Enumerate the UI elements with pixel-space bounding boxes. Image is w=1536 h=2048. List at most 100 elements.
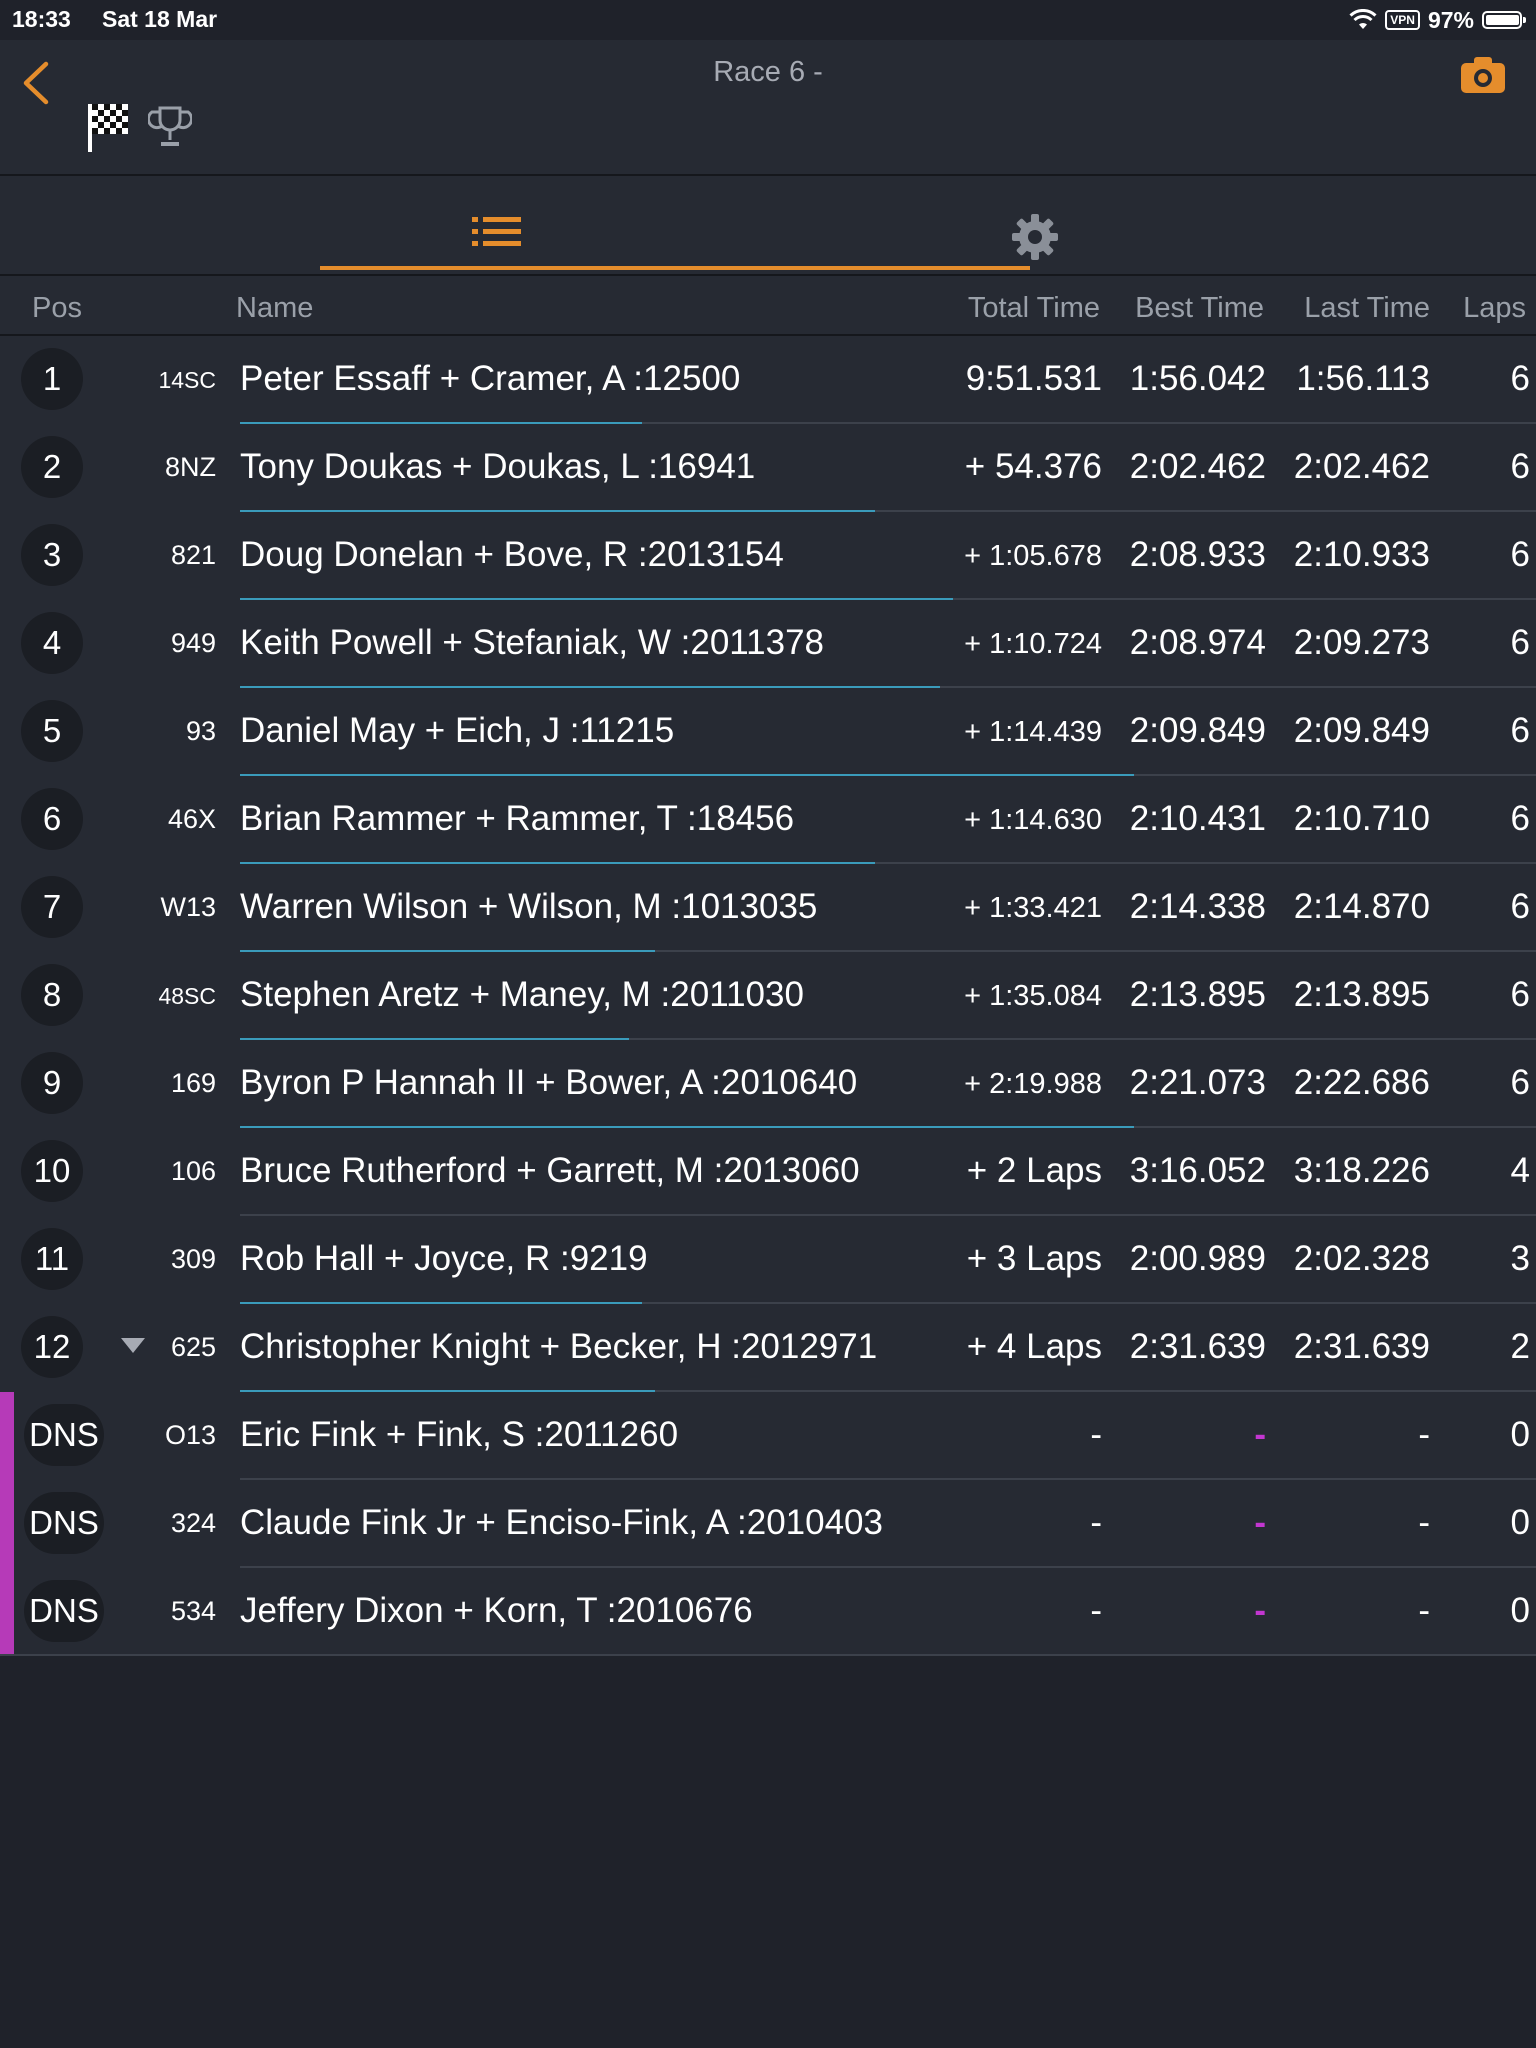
last-time: 2:31.639: [1293, 1327, 1430, 1366]
car-number: 169: [170, 1068, 216, 1098]
laps-count: 0: [1510, 1503, 1530, 1542]
best-time: -: [1254, 1591, 1266, 1630]
result-row[interactable]: 8 48SC Stephen Aretz + Maney, M :2011030 + …: [0, 952, 1536, 1040]
laps-count: 6: [1510, 711, 1530, 750]
column-pos: Pos: [32, 292, 82, 324]
laps-count: 6: [1510, 359, 1530, 398]
car-number: O13: [164, 1420, 216, 1450]
last-time: -: [1418, 1503, 1430, 1542]
last-time: 2:14.870: [1293, 887, 1430, 926]
last-time: 1:56.113: [1296, 359, 1430, 398]
result-row[interactable]: 4 949 Keith Powell + Stefaniak, W :2011378…: [0, 600, 1536, 688]
position-badge: 5: [21, 700, 83, 762]
last-time: 3:18.226: [1293, 1151, 1430, 1190]
car-number: 309: [170, 1244, 216, 1274]
result-row[interactable]: DNS 534 Jeffery Dixon + Korn, T :2010676 - -…: [0, 1568, 1536, 1656]
last-time: -: [1418, 1415, 1430, 1454]
driver-name: Bruce Rutherford + Garrett, M :2013060: [240, 1151, 860, 1190]
car-number: 46X: [167, 804, 216, 834]
column-name: Name: [236, 292, 314, 324]
position-badge: 7: [21, 876, 83, 938]
last-time: 2:02.462: [1293, 447, 1430, 486]
best-time: -: [1254, 1503, 1266, 1542]
result-row[interactable]: 11 309 Rob Hall + Joyce, R :9219 + 3 Laps 2:…: [0, 1216, 1536, 1304]
laps-count: 6: [1510, 1063, 1530, 1102]
laps-count: 6: [1510, 799, 1530, 838]
best-time: 2:09.849: [1129, 711, 1266, 750]
driver-name: Stephen Aretz + Maney, M :2011030: [240, 975, 804, 1014]
driver-name: Christopher Knight + Becker, H :2012971: [240, 1327, 878, 1366]
total-time: + 1:05.678: [964, 540, 1102, 572]
last-time: 2:22.686: [1293, 1063, 1430, 1102]
laps-count: 0: [1510, 1591, 1530, 1630]
tab-results-list[interactable]: [320, 176, 1030, 272]
result-row[interactable]: 1 14SC Peter Essaff + Cramer, A :12500 9:51…: [0, 336, 1536, 424]
position-badge: 6: [21, 788, 83, 850]
result-row[interactable]: 10 106 Bruce Rutherford + Garrett, M :2013…: [0, 1128, 1536, 1216]
car-number: 821: [170, 540, 216, 570]
position-badge: 4: [21, 612, 83, 674]
driver-name: Doug Donelan + Bove, R :2013154: [240, 535, 784, 574]
page-title: Race 6 -: [713, 56, 823, 88]
total-time: + 1:35.084: [964, 980, 1102, 1012]
battery-percent: 97%: [1427, 6, 1474, 33]
position-badge: 2: [21, 436, 83, 498]
result-row[interactable]: 9 169 Byron P Hannah II + Bower, A :201064…: [0, 1040, 1536, 1128]
trophy-icon[interactable]: [148, 104, 192, 150]
battery-icon: [1482, 11, 1526, 29]
dns-marker: [0, 1392, 14, 1480]
race-header: Race 6 -: [0, 40, 1536, 176]
position-badge: 8: [21, 964, 83, 1026]
best-time: 2:00.989: [1129, 1239, 1266, 1278]
list-icon: [472, 217, 521, 246]
row-divider: [0, 1654, 1536, 1656]
total-time: + 2:19.988: [964, 1068, 1102, 1100]
best-time: 2:08.974: [1129, 623, 1266, 662]
result-row[interactable]: 5 93 Daniel May + Eich, J :11215 + 1:14.439…: [0, 688, 1536, 776]
gear-icon[interactable]: [1010, 212, 1060, 262]
best-time: -: [1254, 1415, 1266, 1454]
best-time: 2:10.431: [1129, 799, 1266, 838]
result-row[interactable]: 12 625 Christopher Knight + Becker, H :201…: [0, 1304, 1536, 1392]
vpn-badge: VPN: [1385, 10, 1420, 30]
total-time: -: [1090, 1415, 1102, 1454]
total-time: + 1:14.630: [964, 804, 1102, 836]
dns-marker: [0, 1480, 14, 1568]
best-time: 2:02.462: [1129, 447, 1266, 486]
position-badge: 1: [21, 348, 83, 410]
last-time: 2:13.895: [1293, 975, 1430, 1014]
best-time: 1:56.042: [1129, 359, 1266, 398]
total-time: + 2 Laps: [966, 1151, 1102, 1190]
column-total-time: Total Time: [967, 292, 1100, 324]
result-row[interactable]: 2 8NZ Tony Doukas + Doukas, L :16941 + 54.3…: [0, 424, 1536, 512]
result-row[interactable]: 6 46X Brian Rammer + Rammer, T :18456 + 1:1…: [0, 776, 1536, 864]
checkered-flag-icon[interactable]: [86, 100, 132, 154]
camera-icon[interactable]: [1460, 56, 1506, 94]
laps-count: 6: [1510, 447, 1530, 486]
result-row[interactable]: 7 W13 Warren Wilson + Wilson, M :1013035 + …: [0, 864, 1536, 952]
total-time: + 1:33.421: [964, 892, 1102, 924]
driver-name: Keith Powell + Stefaniak, W :2011378: [240, 623, 825, 662]
laps-count: 6: [1510, 975, 1530, 1014]
car-number: 8NZ: [164, 452, 216, 482]
total-time: + 4 Laps: [966, 1327, 1102, 1366]
result-row[interactable]: 3 821 Doug Donelan + Bove, R :2013154 + 1:0…: [0, 512, 1536, 600]
position-badge: 12: [21, 1316, 83, 1378]
total-time: + 54.376: [964, 447, 1102, 486]
driver-name: Daniel May + Eich, J :11215: [240, 711, 675, 750]
car-number: 48SC: [158, 983, 216, 1009]
result-row[interactable]: DNS 324 Claude Fink Jr + Enciso-Fink, A :2…: [0, 1480, 1536, 1568]
position-badge: DNS: [24, 1580, 104, 1642]
results-table: 1 14SC Peter Essaff + Cramer, A :12500 9:51…: [0, 336, 1536, 1656]
laps-count: 0: [1510, 1415, 1530, 1454]
position-badge: 3: [21, 524, 83, 586]
last-time: 2:10.933: [1293, 535, 1430, 574]
active-tab-indicator: [320, 266, 1030, 270]
status-date: Sat 18 Mar: [102, 6, 218, 32]
car-number: 106: [170, 1156, 216, 1186]
car-number: 949: [170, 628, 216, 658]
total-time: -: [1090, 1503, 1102, 1542]
result-row[interactable]: DNS O13 Eric Fink + Fink, S :2011260 - - - 0: [0, 1392, 1536, 1480]
last-time: 2:09.849: [1293, 711, 1430, 750]
laps-count: 6: [1510, 535, 1530, 574]
